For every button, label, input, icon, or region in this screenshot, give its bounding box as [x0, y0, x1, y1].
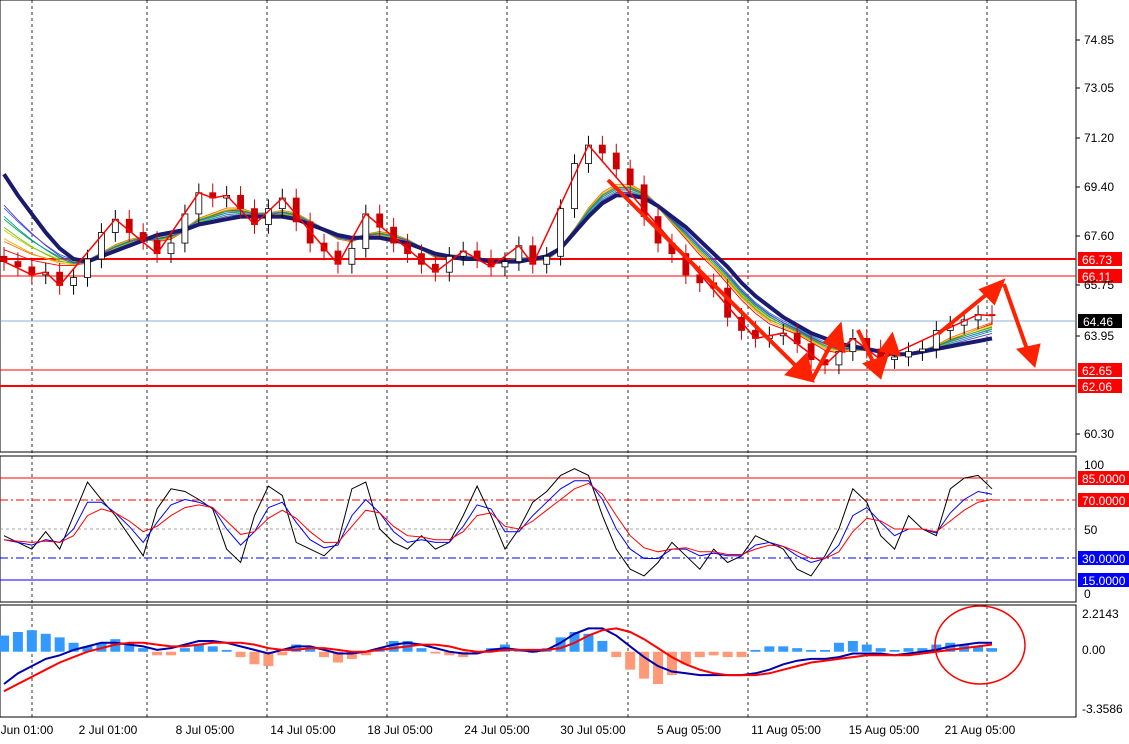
candle-body	[919, 348, 926, 353]
stochastic-level-label: 15.0000	[1082, 574, 1126, 588]
price-y-tick-label: 74.85	[1084, 33, 1114, 47]
candle-body	[306, 221, 314, 244]
current-price-label: 64.46	[1083, 315, 1113, 329]
x-tick-label: 5 Aug 05:00	[657, 723, 721, 737]
candle-body	[84, 258, 91, 278]
price-panel[interactable]	[0, 0, 1077, 453]
candle-body	[292, 197, 300, 223]
candle-body	[167, 242, 175, 255]
macd-histogram-bar	[847, 640, 858, 652]
x-tick-label: 8 Jul 05:00	[176, 723, 235, 737]
candle-body	[501, 261, 509, 268]
x-tick-label: 11 Aug 05:00	[751, 723, 821, 737]
candle-body	[237, 194, 244, 210]
price-y-tick-label: 65.75	[1084, 278, 1114, 292]
candle-body	[139, 232, 147, 241]
macd-histogram-bar	[430, 651, 441, 654]
macd-histogram-bar	[152, 651, 163, 656]
macd-histogram-bar	[708, 651, 719, 656]
candle-body	[181, 213, 189, 244]
macd-histogram-bar	[207, 646, 218, 652]
stochastic-y-tick-label: 50	[1084, 523, 1098, 537]
stochastic-y-tick-label: 100	[1084, 458, 1104, 472]
macd-histogram-bar	[639, 651, 650, 679]
x-tick-label: 2 Jul 01:00	[79, 723, 138, 737]
macd-histogram-bar	[277, 651, 288, 656]
candle-body	[905, 351, 912, 358]
price-y-tick-label: 73.05	[1084, 81, 1114, 95]
macd-histogram-bar	[987, 648, 997, 652]
macd-histogram-bar	[249, 651, 260, 665]
macd-histogram-bar	[792, 648, 803, 652]
stochastic-level-label: 70.0000	[1082, 494, 1126, 508]
candle-body	[348, 247, 356, 265]
macd-histogram-bar	[26, 630, 37, 652]
price-level-label: 62.65	[1082, 364, 1112, 378]
macd-histogram-bar	[179, 648, 190, 652]
x-tick-label: 24 Jul 05:00	[464, 723, 530, 737]
macd-histogram-bar	[0, 635, 9, 652]
candle-body	[598, 144, 606, 154]
stochastic-y-tick-label: 0	[1084, 587, 1091, 601]
price-y-tick-label: 60.30	[1084, 427, 1114, 441]
macd-histogram-bar	[54, 637, 65, 652]
macd-histogram-bar	[833, 642, 844, 652]
macd-histogram-bar	[903, 648, 914, 652]
price-level-label: 62.06	[1082, 380, 1112, 394]
price-y-tick-label: 67.60	[1084, 229, 1114, 243]
chart-canvas: 66.7366.1162.6562.0664.46 85.000070.0000…	[0, 0, 1129, 737]
macd-histogram-bar	[778, 646, 789, 652]
macd-histogram-bar	[625, 651, 636, 670]
macd-histogram-bar	[611, 651, 622, 658]
candle-body	[14, 261, 22, 268]
macd-histogram-bar	[165, 651, 176, 656]
candle-body	[807, 343, 815, 360]
chart-window: 66.73 66.11 62.65 62.06 64.46 85.0000 70.0000…	[0, 0, 1129, 739]
macd-histogram-bar	[806, 649, 817, 652]
price-y-tick-label: 69.40	[1084, 180, 1114, 194]
candle-body	[445, 255, 453, 273]
macd-histogram-bar	[722, 651, 733, 658]
macd-histogram-bar	[221, 649, 232, 652]
macd-histogram-bar	[138, 648, 149, 652]
macd-histogram-bar	[736, 651, 747, 658]
macd-histogram-bar	[235, 651, 246, 658]
candle-body	[543, 255, 551, 265]
macd-histogram-bar	[875, 648, 886, 652]
macd-histogram-bar	[889, 649, 900, 652]
x-tick-label: 18 Jul 05:00	[367, 723, 433, 737]
macd-histogram-bar	[12, 631, 23, 652]
price-level-label: 66.73	[1082, 253, 1112, 267]
macd-panel[interactable]	[0, 604, 1077, 718]
x-tick-label: 30 Jul 05:00	[560, 723, 626, 737]
candle-body	[0, 255, 8, 263]
macd-histogram-bar	[694, 651, 705, 658]
x-tick-label: 14 Jul 05:00	[270, 723, 336, 737]
macd-y-tick-label: -3.3586	[1082, 702, 1123, 716]
macd-histogram-bar	[764, 646, 775, 652]
macd-histogram-bar	[319, 651, 330, 658]
candle-body	[557, 208, 565, 257]
x-tick-label: 21 Aug 05:00	[945, 723, 1016, 737]
candle-body	[612, 152, 620, 170]
candle-body	[626, 168, 634, 186]
macd-y-tick-label: 2.2143	[1082, 607, 1119, 621]
macd-y-tick-label: 0.00	[1082, 643, 1106, 657]
candle-body	[70, 277, 77, 286]
stochastic-level-label: 30.0000	[1082, 552, 1126, 566]
x-tick-label: 15 Aug 05:00	[849, 723, 920, 737]
macd-histogram-bar	[861, 644, 872, 652]
macd-histogram-bar	[597, 640, 608, 652]
candle-body	[752, 330, 759, 339]
macd-histogram-bar	[820, 649, 831, 652]
x-tick-label: Jun 01:00	[1, 723, 54, 737]
macd-histogram-bar	[416, 648, 427, 652]
price-y-tick-label: 63.95	[1084, 329, 1114, 343]
macd-histogram-bar	[750, 649, 761, 652]
stochastic-level-label: 85.0000	[1082, 472, 1126, 486]
macd-histogram-bar	[40, 633, 51, 652]
price-y-tick-label: 71.20	[1084, 131, 1114, 145]
candle-body	[891, 356, 898, 360]
